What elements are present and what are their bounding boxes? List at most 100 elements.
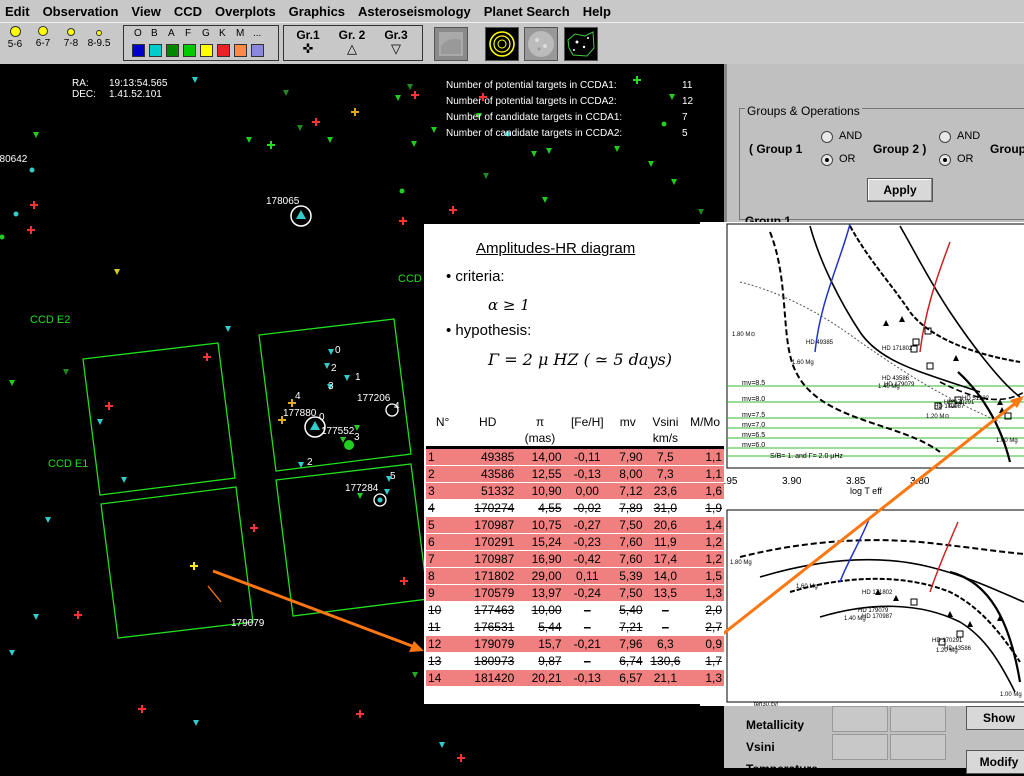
target-view-button[interactable] bbox=[485, 27, 519, 61]
star-triangle[interactable] bbox=[546, 148, 552, 154]
image-view-button[interactable] bbox=[434, 27, 468, 61]
star-triangle[interactable] bbox=[411, 141, 417, 147]
star-triangle[interactable] bbox=[9, 650, 15, 656]
menu-ccd[interactable]: CCD bbox=[169, 4, 210, 19]
menu-planet-search[interactable]: Planet Search bbox=[479, 4, 578, 19]
noise-view-button[interactable] bbox=[524, 27, 558, 61]
star-triangle[interactable] bbox=[412, 672, 418, 678]
star-cross[interactable] bbox=[74, 611, 82, 619]
star-triangle[interactable] bbox=[439, 742, 445, 748]
group-2-button[interactable]: Gr. 2 △ bbox=[330, 28, 374, 55]
star-dot[interactable] bbox=[13, 211, 19, 217]
star-cross[interactable] bbox=[399, 217, 407, 225]
table-row[interactable]: 4 170274 4,55 -0,02 7,89 31,0 1,9 bbox=[426, 499, 724, 517]
star-marker[interactable] bbox=[344, 440, 354, 450]
filter-cell[interactable] bbox=[890, 706, 946, 732]
table-row[interactable]: 5 170987 10,75 -0,27 7,50 20,6 1,4 bbox=[426, 516, 724, 534]
spectral-type-swatch-b[interactable] bbox=[149, 44, 162, 57]
star-triangle[interactable] bbox=[114, 269, 120, 275]
spectral-type-swatch-o[interactable] bbox=[132, 44, 145, 57]
menu-edit[interactable]: Edit bbox=[0, 4, 38, 19]
mag-7-8-button[interactable]: 7-8 bbox=[56, 25, 86, 49]
star-dot[interactable] bbox=[29, 167, 35, 173]
filter-cell[interactable] bbox=[890, 734, 946, 760]
star-triangle[interactable] bbox=[327, 137, 333, 143]
table-row[interactable]: 6 170291 15,24 -0,23 7,60 11,9 1,2 bbox=[426, 533, 724, 551]
star-triangle[interactable] bbox=[648, 161, 654, 167]
star-triangle[interactable] bbox=[45, 517, 51, 523]
star-triangle[interactable] bbox=[354, 425, 360, 431]
spectral-type-swatch-g[interactable] bbox=[200, 44, 213, 57]
star-triangle[interactable] bbox=[63, 369, 69, 375]
spectral-type-swatch-a[interactable] bbox=[166, 44, 179, 57]
or-radio-1[interactable] bbox=[821, 154, 833, 166]
star-triangle[interactable] bbox=[297, 125, 303, 131]
modify-button[interactable]: Modify bbox=[966, 750, 1024, 774]
star-cross[interactable] bbox=[250, 524, 258, 532]
table-row[interactable]: 3 51332 10,90 0,00 7,12 23,6 1,6 bbox=[426, 482, 724, 500]
menu-overplots[interactable]: Overplots bbox=[210, 4, 284, 19]
table-row[interactable]: 14 181420 20,21 -0,13 6,57 21,1 1,3 bbox=[426, 669, 724, 686]
table-row[interactable]: 9 170579 13,97 -0,24 7,50 13,5 1,3 bbox=[426, 584, 724, 602]
spectral-type-swatch-f[interactable] bbox=[183, 44, 196, 57]
star-cross[interactable] bbox=[138, 705, 146, 713]
star-cross[interactable] bbox=[105, 402, 113, 410]
spectral-type-swatch-k[interactable] bbox=[217, 44, 230, 57]
star-triangle[interactable] bbox=[33, 132, 39, 138]
star-triangle[interactable] bbox=[531, 151, 537, 157]
star-triangle[interactable] bbox=[483, 173, 489, 179]
star-dot[interactable] bbox=[399, 188, 405, 194]
table-row[interactable]: 7 170987 16,90 -0,42 7,60 17,4 1,2 bbox=[426, 550, 724, 568]
star-dot[interactable] bbox=[0, 234, 5, 240]
and-radio-2[interactable] bbox=[939, 131, 951, 143]
target-179079[interactable] bbox=[190, 562, 198, 570]
mag-5-6-button[interactable]: 5-6 bbox=[0, 25, 30, 50]
menu-view[interactable]: View bbox=[126, 4, 168, 19]
menu-help[interactable]: Help bbox=[578, 4, 619, 19]
star-triangle[interactable] bbox=[324, 363, 330, 369]
star-triangle[interactable] bbox=[614, 146, 620, 152]
star-triangle[interactable] bbox=[283, 90, 289, 96]
menu-graphics[interactable]: Graphics bbox=[284, 4, 353, 19]
table-row[interactable]: 10 177463 10,00–5,40–2,0 bbox=[426, 601, 724, 619]
star-cross[interactable] bbox=[356, 710, 364, 718]
star-triangle[interactable] bbox=[225, 326, 231, 332]
mag-8-9-5-button[interactable]: 8-9.5 bbox=[84, 25, 114, 49]
menu-asteroseismology[interactable]: Asteroseismology bbox=[353, 4, 479, 19]
star-cross[interactable] bbox=[203, 353, 211, 361]
star-triangle[interactable] bbox=[395, 95, 401, 101]
star-cross[interactable] bbox=[30, 201, 38, 209]
menu-observation[interactable]: Observation bbox=[38, 4, 127, 19]
star-cross[interactable] bbox=[449, 206, 457, 214]
star-triangle[interactable] bbox=[246, 137, 252, 143]
table-row[interactable]: 11 176531 5,44–7,21–2,7 bbox=[426, 618, 724, 636]
star-cross[interactable] bbox=[457, 754, 465, 762]
star-triangle[interactable] bbox=[9, 380, 15, 386]
star-triangle[interactable] bbox=[328, 349, 334, 355]
apply-button[interactable]: Apply bbox=[867, 178, 933, 202]
table-row[interactable]: 8 171802 29,00 0,11 5,39 14,0 1,5 bbox=[426, 567, 724, 585]
show-button[interactable]: Show bbox=[966, 706, 1024, 730]
group-1-button[interactable]: Gr.1 ✜ bbox=[286, 28, 330, 55]
table-row[interactable]: 13 180973 9,87–6,74 130,6 1,7 bbox=[426, 652, 724, 670]
star-triangle[interactable] bbox=[698, 209, 704, 215]
star-triangle[interactable] bbox=[431, 127, 437, 133]
star-triangle[interactable] bbox=[33, 614, 39, 620]
star-triangle[interactable] bbox=[407, 84, 413, 90]
star-triangle[interactable] bbox=[193, 720, 199, 726]
or-radio-2[interactable] bbox=[939, 154, 951, 166]
filter-cell[interactable] bbox=[832, 734, 888, 760]
star-triangle[interactable] bbox=[192, 77, 198, 83]
star-cross[interactable] bbox=[267, 141, 275, 149]
spectral-type-swatch-m[interactable] bbox=[234, 44, 247, 57]
star-cross[interactable] bbox=[27, 226, 35, 234]
star-triangle[interactable] bbox=[97, 419, 103, 425]
target-star[interactable] bbox=[377, 497, 383, 503]
table-row[interactable]: 1 49385 14,00 -0,11 7,90 7,5 1,1 bbox=[426, 447, 724, 466]
starfield-view-button[interactable] bbox=[564, 27, 598, 61]
group-3-button[interactable]: Gr.3 ▽ bbox=[374, 28, 418, 55]
star-triangle[interactable] bbox=[671, 179, 677, 185]
star-cross[interactable] bbox=[400, 577, 408, 585]
star-cross[interactable] bbox=[351, 108, 359, 116]
star-triangle[interactable] bbox=[542, 197, 548, 203]
